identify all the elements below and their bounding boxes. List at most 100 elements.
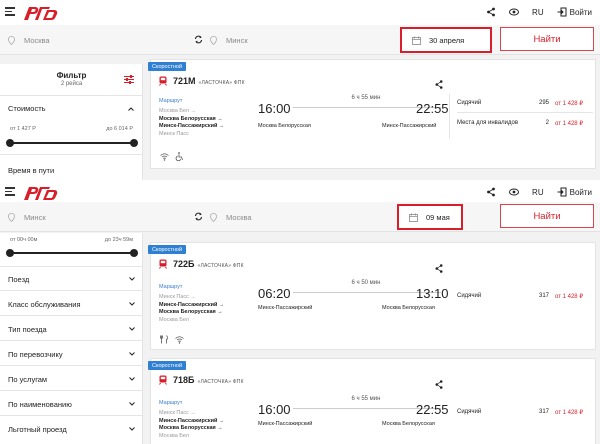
login-button[interactable]: Войти — [557, 187, 592, 197]
to-field[interactable]: Москва — [210, 202, 390, 232]
arrival-time: 22:55 — [416, 101, 449, 116]
chevron-down-icon — [129, 427, 135, 431]
lang-switch[interactable]: RU — [532, 8, 544, 17]
route-stop: Москва Бел → — [159, 108, 197, 115]
cost-max-handle[interactable] — [130, 139, 138, 147]
menu-icon[interactable] — [5, 7, 15, 16]
rzd-logo[interactable] — [21, 3, 61, 23]
share-icon[interactable] — [435, 380, 443, 389]
lang-switch[interactable]: RU — [532, 188, 544, 197]
share-icon[interactable] — [486, 187, 496, 197]
seat-class-name: Места для инвалидов — [457, 120, 519, 126]
route-stop: Минск Пасс → — [159, 294, 196, 301]
seat-class-name: Сидячий — [457, 409, 482, 415]
route-heading[interactable]: Маршрут — [159, 98, 224, 105]
seat-price: от 1 428 ₽ — [555, 101, 584, 107]
filter-row-services[interactable]: По услугам — [0, 367, 143, 391]
travel-duration: 6 ч 50 мин — [351, 280, 381, 286]
share-icon[interactable] — [435, 80, 443, 89]
train-card[interactable]: Скоростной 718Б «ЛАСТОЧКА» ФПК Маршрут Ми… — [148, 358, 596, 444]
rzd-logo[interactable] — [21, 183, 61, 203]
train-card[interactable]: Скоростной 721М «ЛАСТОЧКА» ФПК Маршрут Мо… — [148, 59, 596, 169]
filter-row-train[interactable]: Поезд — [0, 267, 143, 291]
wifi-icon — [160, 153, 169, 161]
train-type-badge: Скоростной — [148, 62, 187, 71]
train-card[interactable]: Скоростной 722Б «ЛАСТОЧКА» ФПК Маршрут Ми… — [148, 242, 596, 350]
to-field[interactable]: Минск — [210, 25, 390, 55]
route-list[interactable]: Маршрут Минск Пасс → Минск-Пассажирский … — [159, 284, 224, 324]
date-picker[interactable]: 30 апреля — [400, 27, 492, 53]
cost-range-slider[interactable] — [6, 139, 138, 147]
departure-time-slider[interactable] — [6, 249, 138, 257]
filter-row-service-class[interactable]: Класс обслуживания — [0, 292, 143, 316]
time-min-label: от 00ч 00м — [10, 237, 38, 243]
filter-row-name[interactable]: По наименованию — [0, 392, 143, 416]
divider — [449, 94, 450, 139]
swap-stations-icon[interactable] — [194, 35, 203, 44]
date-value: 30 апреля — [429, 35, 465, 45]
wheelchair-icon — [175, 152, 183, 161]
from-field[interactable]: Москва — [8, 25, 188, 55]
filter-row-label: По перевозчику — [8, 350, 63, 359]
eye-icon[interactable] — [509, 7, 520, 17]
departure-station: Минск-Пассажирский — [258, 305, 313, 311]
filter-row-label: По услугам — [8, 375, 48, 384]
train-icon — [159, 259, 167, 269]
search-bar: Минск Москва 09 мая Найти — [0, 202, 600, 232]
location-pin-icon — [8, 212, 15, 222]
route-heading[interactable]: Маршрут — [159, 284, 224, 291]
login-icon — [557, 7, 567, 17]
travel-duration: 6 ч 55 мин — [351, 95, 381, 101]
train-brand: «ЛАСТОЧКА» ФПК — [198, 80, 245, 86]
cost-section-label[interactable]: Стоимость — [8, 104, 46, 113]
seat-class-row[interactable]: Сидячий 317 от 1 428 ₽ — [457, 293, 593, 300]
find-button[interactable]: Найти — [500, 204, 594, 228]
share-icon[interactable] — [486, 7, 496, 17]
time-max-label: до 23ч 59м — [104, 237, 133, 243]
route-stop: Минск Пасс → — [159, 410, 196, 417]
arrival-time: 13:10 — [416, 286, 449, 301]
swap-stations-icon[interactable] — [194, 212, 203, 221]
find-button[interactable]: Найти — [500, 27, 594, 51]
route-stop: Минск-Пассажирский → — [159, 301, 225, 308]
filter-settings-icon[interactable] — [124, 75, 134, 84]
arrival-time: 22:55 — [416, 402, 449, 417]
screenshot-minsk-moscow: RU Войти Минск Москва 09 мая Найти от 00… — [0, 180, 600, 444]
route-heading[interactable]: Маршрут — [159, 400, 224, 407]
route-stop: Минск-Пассажирский → — [159, 417, 225, 424]
seat-class-name: Сидячий — [457, 293, 482, 299]
from-value: Москва — [24, 35, 50, 45]
menu-icon[interactable] — [5, 187, 15, 196]
route-list[interactable]: Маршрут Минск Пасс → Минск-Пассажирский … — [159, 400, 224, 440]
filter-row-train-type[interactable]: Тип поезда — [0, 317, 143, 341]
departure-time: 16:00 — [258, 101, 291, 116]
eye-icon[interactable] — [509, 187, 520, 197]
time-max-handle[interactable] — [130, 249, 138, 257]
calendar-icon — [412, 36, 421, 45]
seat-price: от 1 428 ₽ — [555, 410, 584, 416]
train-number-value: 722Б — [173, 259, 195, 269]
arrival-station: Минск-Пассажирский — [382, 123, 437, 129]
seat-class-row[interactable]: Места для инвалидов 2 от 1 428 ₽ — [457, 120, 593, 127]
train-number: 718Б «ЛАСТОЧКА» ФПК — [173, 375, 244, 385]
time-min-handle[interactable] — [6, 249, 14, 257]
seat-class-row[interactable]: Сидячий 295 от 1 428 ₽ — [457, 100, 593, 107]
search-bar: Москва Минск 30 апреля Найти — [0, 25, 600, 55]
filter-row-label: По наименованию — [8, 400, 72, 409]
departure-time: 16:00 — [258, 402, 291, 417]
train-number: 721М «ЛАСТОЧКА» ФПК — [173, 76, 245, 86]
seat-count: 317 — [538, 409, 549, 415]
login-label: Войти — [569, 7, 592, 17]
seat-class-row[interactable]: Сидячий 317 от 1 428 ₽ — [457, 409, 593, 416]
travel-time-label[interactable]: Время в пути — [8, 166, 54, 175]
filter-row-carrier[interactable]: По перевозчику — [0, 342, 143, 366]
chevron-up-icon[interactable] — [128, 107, 134, 111]
from-field[interactable]: Минск — [8, 202, 188, 232]
date-picker[interactable]: 09 мая — [397, 204, 463, 230]
cost-min-handle[interactable] — [6, 139, 14, 147]
share-icon[interactable] — [435, 264, 443, 273]
route-list[interactable]: Маршрут Москва Бел → Москва Белорусская … — [159, 98, 224, 138]
login-button[interactable]: Войти — [557, 7, 592, 17]
departure-station: Минск-Пассажирский — [258, 421, 313, 427]
filter-row-discount[interactable]: Льготный проезд — [0, 417, 143, 441]
